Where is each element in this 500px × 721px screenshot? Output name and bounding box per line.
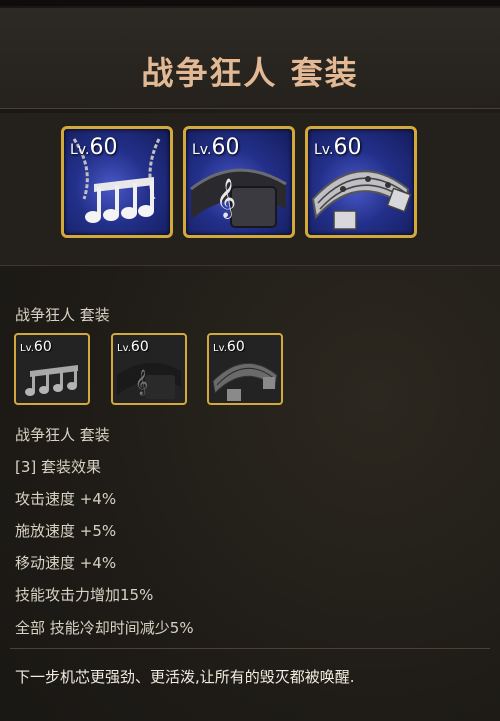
set-item-ring[interactable]: 𝄞 Lv.60 xyxy=(183,126,295,238)
svg-text:𝄞: 𝄞 xyxy=(216,178,236,219)
svg-text:𝄞: 𝄞 xyxy=(135,369,148,395)
divider xyxy=(10,648,490,649)
stat-attack-speed: 攻击速度 +4% xyxy=(15,490,117,508)
stat-move-speed: 移动速度 +4% xyxy=(15,554,117,572)
detail-item-necklace[interactable]: Lv.60 xyxy=(14,333,90,405)
item-level: Lv.60 xyxy=(314,135,362,160)
set-item-necklace[interactable]: Lv.60 xyxy=(61,126,173,238)
stat-cooldown-reduction: 全部 技能冷却时间减少5% xyxy=(15,619,194,637)
tooltip-header: 战争狂人 套装 xyxy=(0,8,500,109)
top-strip xyxy=(0,0,500,6)
item-level: Lv.60 xyxy=(117,339,149,355)
item-level: Lv.60 xyxy=(70,135,118,160)
item-level: Lv.60 xyxy=(213,339,245,355)
bonus-set-name: 战争狂人 套装 xyxy=(15,426,110,444)
set-items-row: Lv.60 𝄞 Lv.60 Lv.60 xyxy=(0,113,500,266)
stat-skill-attack: 技能攻击力增加15% xyxy=(15,586,154,604)
flavor-text: 下一步机芯更强劲、更活泼,让所有的毁灭都被唤醒. xyxy=(15,668,355,686)
set-tooltip-panel: 战争狂人 套装 Lv.60 𝄞 Lv.60 Lv.60 战争狂人 套装 Lv.6… xyxy=(0,0,500,721)
set-title: 战争狂人 套装 xyxy=(141,54,359,92)
detail-item-ring[interactable]: 𝄞 Lv.60 xyxy=(111,333,187,405)
stat-cast-speed: 施放速度 +5% xyxy=(15,522,117,540)
item-level: Lv.60 xyxy=(192,135,240,160)
item-level: Lv.60 xyxy=(20,339,52,355)
detail-set-name: 战争狂人 套装 xyxy=(15,306,110,324)
set-bonus-header: [3] 套装效果 xyxy=(15,458,102,476)
set-item-bracelet[interactable]: Lv.60 xyxy=(305,126,417,238)
detail-item-bracelet[interactable]: Lv.60 xyxy=(207,333,283,405)
